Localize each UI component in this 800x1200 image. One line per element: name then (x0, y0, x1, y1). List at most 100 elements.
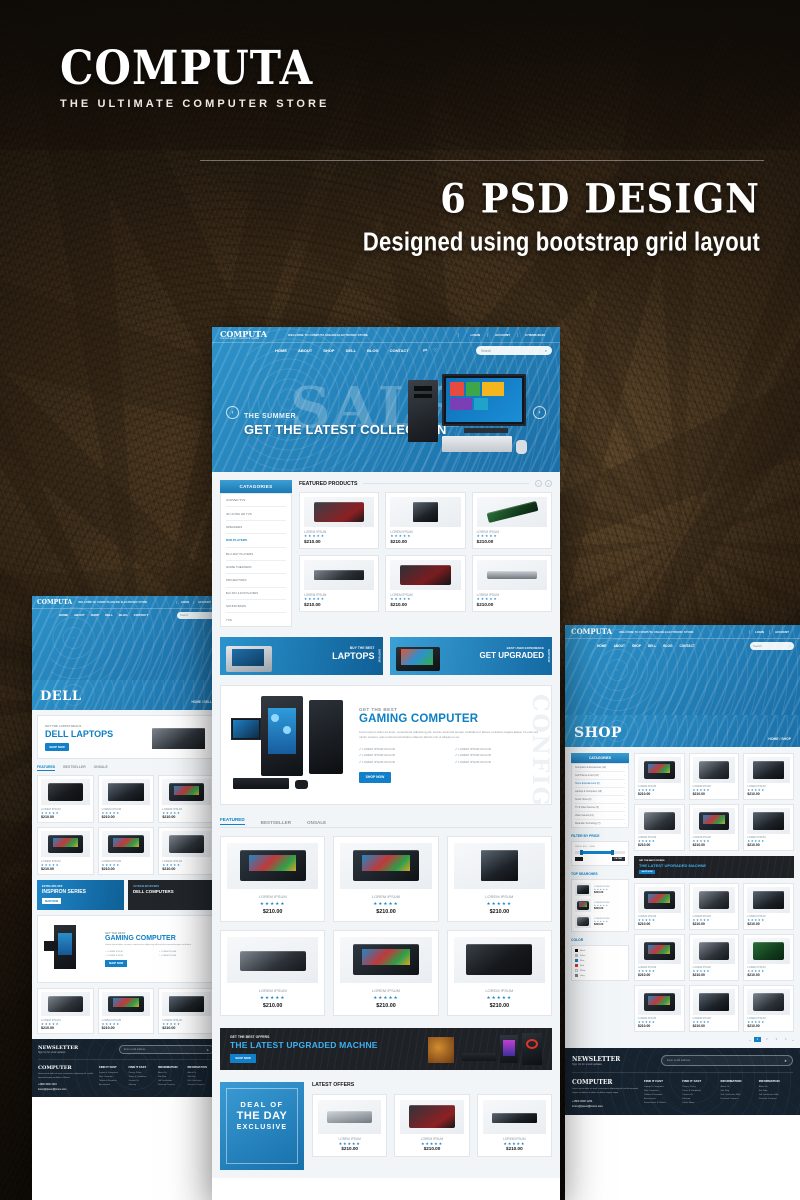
nav-shop[interactable]: SHOP (632, 644, 641, 648)
latest-offers-panel[interactable]: LATEST OFFERS LOREM IPSUM ★★★★★ $210.00 … (312, 1082, 552, 1170)
category-item-dvd-players[interactable]: DVD PLAYERS (226, 534, 286, 548)
footer-link[interactable]: Site Map (188, 1076, 215, 1078)
footer-link[interactable]: Laptop & Computers (99, 1072, 126, 1074)
topbar-cart[interactable]: 0 ITEMS $0.00 (516, 332, 552, 337)
shop-pagination[interactable]: ‹‹ 1 2 3 4 ›› (634, 1037, 794, 1042)
topbar-account[interactable]: ACCOUNT (486, 332, 517, 337)
category-item-projectors[interactable]: PROJECTORS (226, 574, 286, 588)
shop-product-grid[interactable]: LOREM IPSUM ★★★★★ $210.00 LOREM IPSUM ★★… (634, 753, 794, 851)
footer-email[interactable]: lorem@ipsum@lorem.com (572, 1105, 638, 1108)
pagination-page-1[interactable]: 1 (754, 1037, 761, 1042)
dell-tab-onsale[interactable]: ONSALE (94, 765, 108, 771)
nav-dell[interactable]: DELL (346, 348, 356, 353)
dell-tab-featured[interactable]: FEATURED (37, 765, 56, 771)
footer-link[interactable]: Discount Coupons (759, 1098, 793, 1100)
dell-tabs[interactable]: FEATURED BESTSELLER ONSALE (37, 765, 215, 771)
banner-laptops[interactable]: BUY THE BEST LAPTOPS SHOP NOW (220, 636, 383, 675)
color-option[interactable]: Grey (575, 974, 625, 977)
footer-email[interactable]: lorem@ipsum@lorem.com (38, 1088, 94, 1091)
wishlist-icon[interactable]: ♡ (433, 348, 437, 354)
category-item-sound-bars[interactable]: SOUND BARS (226, 600, 286, 614)
dell-promo-left[interactable]: EXTRA 30% OFF INSPIRON SERIES SHOP NOW (37, 880, 124, 910)
product-card[interactable]: LOREM IPSUM ★★★★★ $210.00 (743, 985, 794, 1032)
search-input[interactable]: Search (753, 644, 762, 648)
footer-link[interactable]: Gift Certificates FAQ (721, 1094, 755, 1096)
send-icon[interactable]: ➤ (784, 1059, 787, 1063)
product-card[interactable]: LOREM IPSUM ★★★★★ $210.00 (220, 929, 326, 1016)
footer-link[interactable]: Privacy Policy (682, 1086, 716, 1088)
footer-link[interactable]: Tablets & Ereaders (644, 1094, 678, 1096)
product-card[interactable]: LOREM IPSUM ★★★★★ $210.00 (158, 988, 215, 1034)
product-card[interactable]: LOREM IPSUM ★★★★★ $210.00 (743, 883, 794, 930)
product-card[interactable]: LOREM IPSUM ★★★★★ $210.00 (688, 985, 740, 1032)
footer-link[interactable]: Terms & Conditions (129, 1076, 156, 1078)
product-card[interactable]: LOREM IPSUM ★★★★★ $210.00 (634, 753, 685, 800)
shop-category-item[interactable]: Video Games (14) › (575, 812, 625, 820)
featured-grid[interactable]: LOREM IPSUM ★★★★★ $210.00 LOREM IPSUM ★★… (299, 492, 552, 612)
footer-link[interactable]: New Computer (644, 1090, 678, 1092)
footer-link[interactable]: Sitemap (682, 1098, 716, 1100)
product-card[interactable]: LOREM IPSUM ★★★★★ $210.00 (471, 555, 552, 612)
chevron-left-icon[interactable]: ‹‹ (749, 1038, 751, 1042)
product-card[interactable]: LOREM IPSUM ★★★★★ $210.00 (446, 835, 552, 922)
footer-link[interactable]: Latest News (682, 1102, 716, 1104)
nav-blog[interactable]: BLOG (663, 644, 672, 648)
nav-about[interactable]: ABOUT (74, 613, 85, 617)
product-card[interactable]: LOREM IPSUM ★★★★★ $210.00 (688, 883, 740, 930)
shop-banner-cta[interactable]: SHOP NOW (639, 870, 655, 874)
tab-product-grid[interactable]: LOREM IPSUM ★★★★★ $210.00 LOREM IPSUM ★★… (220, 835, 552, 1016)
shop-category-item[interactable]: TV & Video Devices (5) › (575, 804, 625, 812)
color-option[interactable]: Black (575, 949, 625, 952)
nav-contact[interactable]: CONTACT (390, 348, 409, 353)
product-card[interactable]: LOREM IPSUM ★★★★★ $210.00 (385, 492, 466, 549)
footer-link[interactable]: Tablets & Ereaders (99, 1080, 126, 1082)
product-card[interactable]: LOREM IPSUM ★★★★★ $210.00 (688, 804, 740, 851)
main-nav[interactable]: HOME ABOUT SHOP DELL BLOG CONTACT (220, 348, 409, 353)
nav-home[interactable]: HOME (275, 348, 287, 353)
search-box[interactable]: Search (177, 611, 215, 619)
product-card[interactable]: LOREM IPSUM ★★★★★ $210.00 (299, 492, 380, 549)
shop-category-item[interactable]: Home Entertainment (8) › (575, 780, 625, 788)
main-nav[interactable]: HOME ABOUT SHOP DELL BLOG CONTACT (571, 644, 695, 648)
hero-prev-button[interactable]: ‹ (226, 406, 239, 419)
footer-link[interactable]: Laptop & Computers (644, 1086, 678, 1088)
shop-filter-button[interactable]: FILTER (611, 857, 625, 861)
tab-onsale[interactable]: ONSALE (307, 820, 326, 825)
dell-product-grid[interactable]: LOREM IPSUM ★★★★★ $210.00 LOREM IPSUM ★★… (37, 775, 215, 875)
send-icon[interactable]: ➤ (206, 1048, 209, 1052)
site-logo[interactable]: COMPUTA (37, 599, 72, 606)
footer-link[interactable]: Gift Certificates (188, 1080, 215, 1082)
product-card[interactable]: LOREM IPSUM ★★★★★ $210.00 (37, 988, 94, 1034)
color-option[interactable]: Silver (575, 954, 625, 957)
tab-featured[interactable]: FEATURED (220, 817, 245, 825)
hero-next-button[interactable]: › (533, 406, 546, 419)
category-item-4k-uhd-tvs[interactable]: 4K ULTRA HD TVS (226, 507, 286, 521)
banner-laptops-cta[interactable]: SHOP NOW (378, 649, 381, 662)
product-card[interactable]: LOREM IPSUM ★★★★★ $210.00 (634, 804, 685, 851)
featured-products-panel[interactable]: FEATURED PRODUCTS ‹ › LOREM IPSUM ★★★★★ … (299, 480, 552, 627)
shop-sidebar[interactable]: CATAGORIES Computers & Accessories (12) ›… (571, 753, 629, 1042)
footer-link[interactable]: Contact Us (682, 1094, 716, 1096)
product-card[interactable]: LOREM IPSUM ★★★★★ $210.00 (634, 985, 685, 1032)
dell-promo-left-cta[interactable]: SHOP NOW (42, 898, 61, 904)
product-card[interactable]: LOREM IPSUM ★★★★★ $210.00 (634, 934, 685, 981)
shop-categories-list[interactable]: Computers & Accessories (12) › Cell Phone… (571, 763, 629, 828)
footer-link[interactable]: About Us (759, 1086, 793, 1088)
pagination-page-3[interactable]: 3 (773, 1037, 779, 1042)
footer-link[interactable]: Site Map (158, 1076, 185, 1078)
shop-category-item[interactable]: Cell Phones & Acc (23) › (575, 772, 625, 780)
product-card[interactable]: LOREM IPSUM ★★★★★ $210.00 (471, 492, 552, 549)
dell-hero[interactable]: GET THE LATEST DEALS DELL LAPTOPS SHOP N… (37, 715, 215, 759)
shop-product-grid-2[interactable]: LOREM IPSUM ★★★★★ $210.00 LOREM IPSUM ★★… (634, 883, 794, 1032)
search-input[interactable]: Search (481, 349, 491, 353)
topbar-account[interactable]: ACCOUNT (769, 629, 794, 634)
site-logo[interactable]: COMPUTA (220, 330, 280, 338)
product-card[interactable]: LOREM IPSUM ★★★★★ $210.00 (37, 827, 94, 875)
dell-tab-bestseller[interactable]: BESTSELLER (63, 765, 85, 771)
nav-home[interactable]: HOME (59, 613, 68, 617)
footer-link[interactable]: Smart Home & Tablets (644, 1102, 678, 1104)
search-box[interactable]: Search ⌕ (476, 346, 552, 355)
gaming-section[interactable]: CONFIGURE GET THE BEST GAMING COMPUTER L… (220, 684, 552, 805)
shop-category-item[interactable]: Computers & Accessories (12) › (575, 764, 625, 772)
product-card[interactable]: LOREM IPSUM ★★★★★ $210.00 (333, 929, 439, 1016)
